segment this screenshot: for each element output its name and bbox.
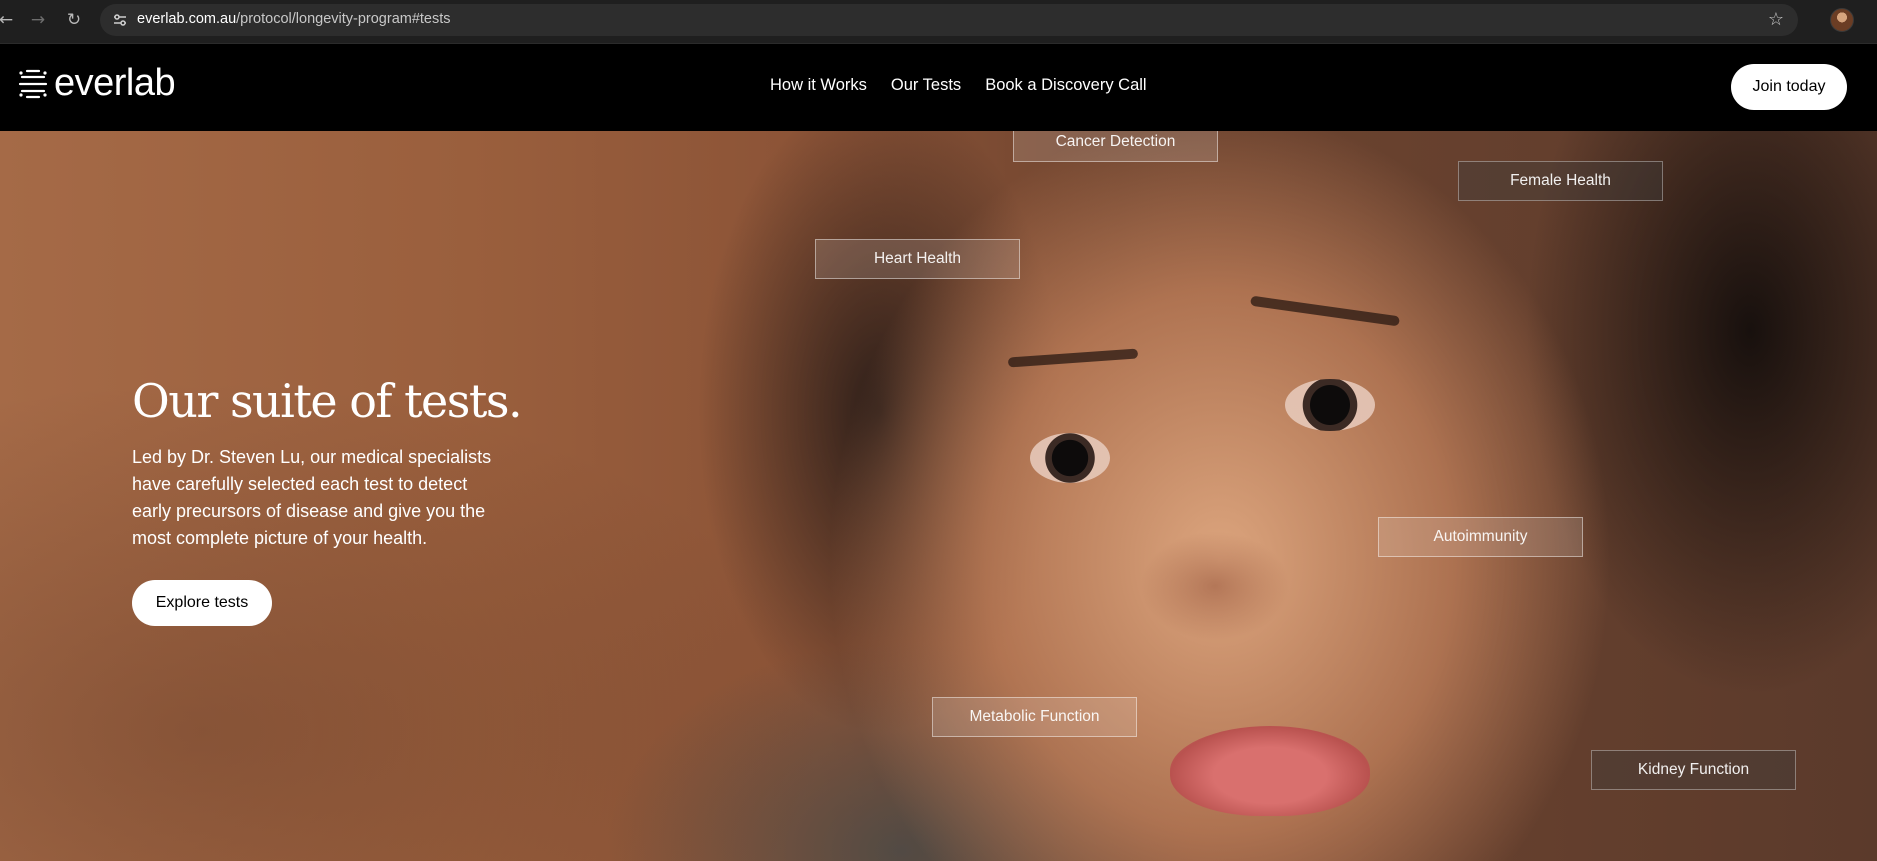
address-bar[interactable]: everlab.com.au/protocol/longevity-progra… xyxy=(100,4,1798,36)
url-text: everlab.com.au/protocol/longevity-progra… xyxy=(137,11,451,27)
forward-arrow-icon[interactable]: → xyxy=(26,8,50,32)
hero-copy: Our suite of tests. Led by Dr. Steven Lu… xyxy=(132,374,532,552)
nav-our-tests[interactable]: Our Tests xyxy=(891,76,961,95)
portrait-eye-left xyxy=(1030,433,1110,483)
browser-toolbar: ← → ↻ everlab.com.au/protocol/longevity-… xyxy=(0,0,1877,44)
tag-autoimmunity[interactable]: Autoimmunity xyxy=(1378,517,1583,557)
url-path: /protocol/longevity-program#tests xyxy=(236,11,451,27)
url-host: everlab.com.au xyxy=(137,11,237,27)
nav-book-discovery-call[interactable]: Book a Discovery Call xyxy=(985,76,1146,95)
site-info-icon[interactable] xyxy=(110,10,130,30)
logo[interactable]: everlab xyxy=(18,62,176,105)
main-nav: How it Works Our Tests Book a Discovery … xyxy=(770,76,1147,95)
tag-female-health[interactable]: Female Health xyxy=(1458,161,1663,201)
portrait-nose xyxy=(1140,531,1290,641)
portrait-lips xyxy=(1170,726,1370,816)
tag-cancer-detection[interactable]: Cancer Detection xyxy=(1013,131,1218,162)
site-header: everlab How it Works Our Tests Book a Di… xyxy=(0,44,1877,131)
tag-metabolic-function[interactable]: Metabolic Function xyxy=(932,697,1137,737)
explore-tests-button[interactable]: Explore tests xyxy=(132,580,272,626)
nav-how-it-works[interactable]: How it Works xyxy=(770,76,867,95)
portrait-eye-right xyxy=(1285,379,1375,431)
reload-icon[interactable]: ↻ xyxy=(62,8,86,32)
hero-section: Our suite of tests. Led by Dr. Steven Lu… xyxy=(0,131,1877,861)
hero-title: Our suite of tests. xyxy=(132,374,523,428)
hero-description: Led by Dr. Steven Lu, our medical specia… xyxy=(132,447,492,548)
join-today-button[interactable]: Join today xyxy=(1731,64,1847,110)
logo-text: everlab xyxy=(54,62,176,104)
back-arrow-icon[interactable]: ← xyxy=(0,8,18,32)
tag-kidney-function[interactable]: Kidney Function xyxy=(1591,750,1796,790)
bookmark-star-icon[interactable]: ☆ xyxy=(1768,9,1784,30)
logo-mark-icon xyxy=(18,69,48,98)
profile-avatar[interactable] xyxy=(1830,8,1854,32)
tag-heart-health[interactable]: Heart Health xyxy=(815,239,1020,279)
